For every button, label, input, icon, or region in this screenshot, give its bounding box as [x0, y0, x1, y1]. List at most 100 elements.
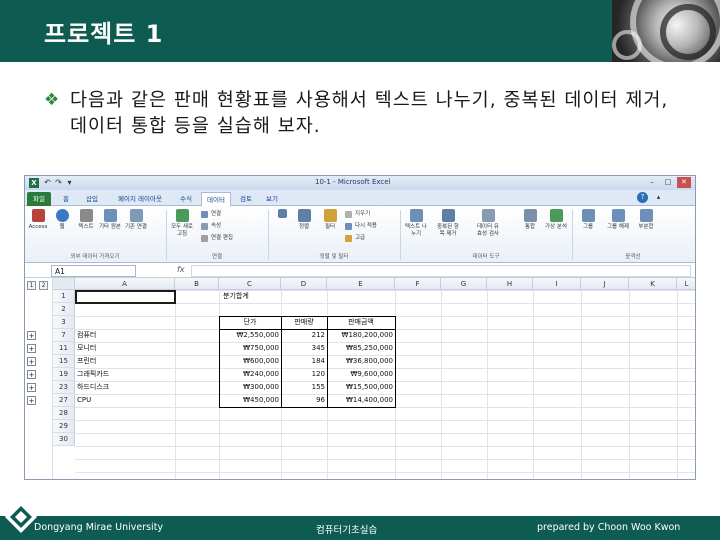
group-button[interactable]: 그룹 — [577, 209, 599, 242]
amount-cell[interactable]: ₩14,400,000 — [327, 394, 395, 407]
row-header[interactable]: 2 — [53, 303, 75, 316]
tab-data[interactable]: 데이터 — [201, 192, 231, 206]
filter-button[interactable]: 필터 — [319, 209, 341, 242]
header-price[interactable]: 단가 — [219, 316, 281, 329]
row-header[interactable]: 23 — [53, 381, 75, 394]
redo-icon[interactable]: ↷ — [54, 178, 63, 188]
row-header[interactable]: 27 — [53, 394, 75, 407]
item-name-cell[interactable]: CPU — [75, 394, 175, 407]
tab-view[interactable]: 보기 — [261, 192, 283, 206]
row-header[interactable]: 1 — [53, 290, 75, 303]
amount-cell[interactable]: ₩36,800,000 — [327, 355, 395, 368]
price-cell[interactable]: ₩450,000 — [219, 394, 281, 407]
item-name-cell[interactable]: 컴퓨터 — [75, 329, 175, 342]
close-button[interactable]: ✕ — [677, 177, 691, 188]
tab-review[interactable]: 검토 — [235, 192, 257, 206]
minimize-button[interactable]: – — [645, 177, 659, 188]
ungroup-button[interactable]: 그룹 해제 — [607, 209, 629, 242]
qty-cell[interactable]: 345 — [281, 342, 327, 355]
other-sources-button[interactable]: 기타 원본 — [99, 209, 121, 242]
access-button[interactable]: Access — [27, 209, 49, 242]
clear-button[interactable]: 지우기 — [345, 210, 370, 219]
select-all-corner[interactable] — [53, 278, 75, 290]
selected-cell-a1[interactable] — [75, 290, 176, 304]
row-header[interactable]: 7 — [53, 329, 75, 342]
item-name-cell[interactable]: 모니터 — [75, 342, 175, 355]
qty-cell[interactable]: 184 — [281, 355, 327, 368]
formula-input[interactable] — [191, 265, 691, 277]
subtotal-button[interactable]: 부분합 — [635, 209, 657, 242]
row-header[interactable]: 11 — [53, 342, 75, 355]
customize-qat-icon[interactable]: ▾ — [65, 178, 74, 188]
column-header-i[interactable]: I — [533, 278, 581, 290]
insert-function-icon[interactable]: fx — [177, 265, 185, 274]
qty-cell[interactable]: 120 — [281, 368, 327, 381]
advanced-button[interactable]: 고급 — [345, 234, 365, 243]
header-amount[interactable]: 판매금액 — [327, 316, 395, 329]
sort-button[interactable]: 정렬 — [293, 209, 315, 242]
outline-level-1-button[interactable]: 1 — [27, 281, 36, 290]
properties-button[interactable]: 속성 — [201, 222, 221, 231]
row-header[interactable]: 15 — [53, 355, 75, 368]
item-name-cell[interactable]: 하드디스크 — [75, 381, 175, 394]
qty-cell[interactable]: 155 — [281, 381, 327, 394]
amount-cell[interactable]: ₩15,500,000 — [327, 381, 395, 394]
name-box[interactable]: A1 — [51, 265, 136, 277]
qty-cell[interactable]: 96 — [281, 394, 327, 407]
connections-button[interactable]: 연결 — [201, 210, 221, 219]
row-header[interactable]: 19 — [53, 368, 75, 381]
sheet-title-cell[interactable]: 분기합계 — [221, 290, 301, 303]
refresh-all-button[interactable]: 모두 새로 고침 — [171, 209, 193, 242]
column-header-l[interactable]: L — [677, 278, 695, 290]
amount-cell[interactable]: ₩85,250,000 — [327, 342, 395, 355]
text-to-columns-button[interactable]: 텍스트 나누기 — [405, 209, 427, 242]
expand-group-button[interactable]: + — [27, 344, 36, 353]
expand-group-button[interactable]: + — [27, 331, 36, 340]
row-header[interactable]: 3 — [53, 316, 75, 329]
qty-cell[interactable]: 212 — [281, 329, 327, 342]
data-validation-button[interactable]: 데이터 유효성 검사 — [477, 209, 499, 242]
undo-icon[interactable]: ↶ — [43, 178, 52, 188]
tab-formulas[interactable]: 수식 — [175, 192, 197, 206]
column-header-h[interactable]: H — [487, 278, 533, 290]
item-name-cell[interactable]: 그래픽카드 — [75, 368, 175, 381]
tab-home[interactable]: 홈 — [57, 192, 75, 206]
outline-level-2-button[interactable]: 2 — [39, 281, 48, 290]
ribbon-minimize-icon[interactable]: ▴ — [653, 192, 664, 203]
item-name-cell[interactable]: 프린터 — [75, 355, 175, 368]
column-header-d[interactable]: D — [281, 278, 327, 290]
header-qty[interactable]: 판매량 — [281, 316, 327, 329]
column-header-a[interactable]: A — [75, 278, 175, 290]
tab-file[interactable]: 파일 — [27, 192, 51, 206]
row-header[interactable]: 29 — [53, 420, 75, 433]
maximize-button[interactable]: □ — [661, 177, 675, 188]
column-header-e[interactable]: E — [327, 278, 395, 290]
reapply-button[interactable]: 다시 적용 — [345, 222, 377, 231]
column-header-c[interactable]: C — [219, 278, 281, 290]
column-header-g[interactable]: G — [441, 278, 487, 290]
price-cell[interactable]: ₩750,000 — [219, 342, 281, 355]
edit-links-button[interactable]: 연결 편집 — [201, 234, 233, 243]
tab-page-layout[interactable]: 페이지 레이아웃 — [109, 192, 171, 206]
price-cell[interactable]: ₩2,550,000 — [219, 329, 281, 342]
expand-group-button[interactable]: + — [27, 357, 36, 366]
consolidate-button[interactable]: 통합 — [519, 209, 541, 242]
help-icon[interactable]: ? — [637, 192, 648, 203]
web-button[interactable]: 웹 — [51, 209, 73, 242]
column-header-k[interactable]: K — [629, 278, 677, 290]
expand-group-button[interactable]: + — [27, 370, 36, 379]
amount-cell[interactable]: ₩180,200,000 — [327, 329, 395, 342]
row-header[interactable]: 30 — [53, 433, 75, 446]
remove-duplicates-button[interactable]: 중복된 항목 제거 — [437, 209, 459, 242]
text-button[interactable]: 텍스트 — [75, 209, 97, 242]
column-header-f[interactable]: F — [395, 278, 441, 290]
existing-connections-button[interactable]: 기존 연결 — [125, 209, 147, 242]
column-header-j[interactable]: J — [581, 278, 629, 290]
row-header[interactable]: 28 — [53, 407, 75, 420]
amount-cell[interactable]: ₩9,600,000 — [327, 368, 395, 381]
expand-group-button[interactable]: + — [27, 396, 36, 405]
price-cell[interactable]: ₩240,000 — [219, 368, 281, 381]
column-header-b[interactable]: B — [175, 278, 219, 290]
expand-group-button[interactable]: + — [27, 383, 36, 392]
tab-insert[interactable]: 삽입 — [80, 192, 104, 206]
